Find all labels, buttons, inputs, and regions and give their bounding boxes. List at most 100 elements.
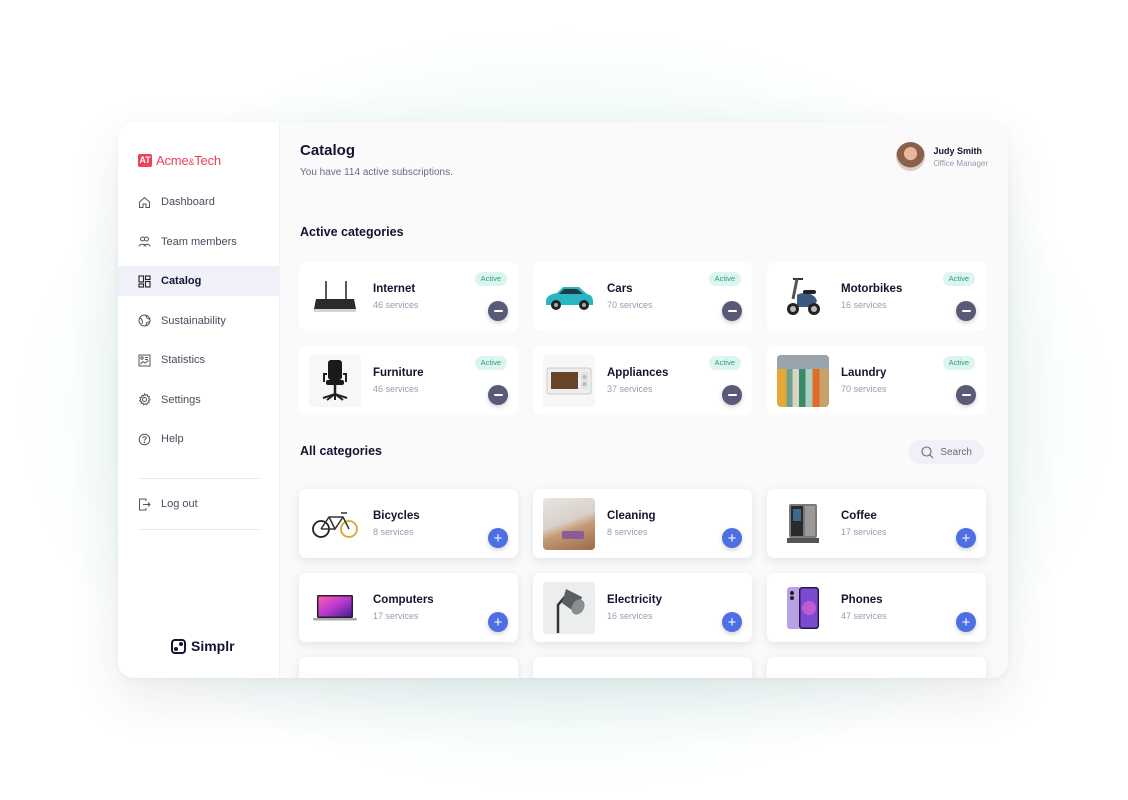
add-category-button[interactable]: + (488, 612, 508, 632)
rack-bar (777, 354, 829, 369)
sidebar-item-label: Dashboard (161, 196, 215, 208)
app-window: AT Acme&Tech Dashboard Team members Cata… (118, 122, 1008, 678)
all-categories-grid: Bicycles 8 services + Cleaning 8 service… (299, 489, 988, 678)
category-card: Electricity 16 services + (533, 573, 752, 642)
minus-icon (961, 310, 971, 312)
brand-name-part1: Acme (156, 153, 189, 168)
sidebar-item-catalog[interactable]: Catalog (118, 266, 280, 296)
category-name: Cars (607, 283, 633, 295)
active-category-card: Laundry 70 services Active (767, 346, 986, 415)
divider (138, 478, 260, 479)
active-badge: Active (708, 356, 741, 370)
laptop-image (309, 582, 361, 634)
active-category-card: Furniture 46 services Active (299, 346, 518, 415)
category-name: Appliances (607, 367, 669, 379)
remove-category-button[interactable] (956, 301, 976, 321)
minus-icon (493, 310, 503, 312)
sidebar-item-label: Statistics (161, 354, 206, 366)
sidebar-item-settings[interactable]: Settings (118, 385, 280, 415)
cleaning-spray-image (543, 497, 595, 550)
main-content: Catalog You have 114 active subscription… (280, 122, 1008, 678)
category-count: 37 services (607, 384, 653, 394)
avatar (896, 142, 926, 171)
all-categories-title: All categories (300, 444, 382, 458)
add-category-button[interactable]: + (722, 528, 742, 548)
category-name: Bicycles (373, 510, 420, 522)
plus-icon: + (493, 529, 503, 547)
office-chair-image (309, 354, 361, 407)
user-role: Office Manager (933, 158, 988, 168)
category-card-partial (299, 657, 518, 678)
sidebar-item-team-members[interactable]: Team members (118, 227, 280, 257)
category-card-partial (533, 657, 752, 678)
category-count: 70 services (607, 300, 653, 310)
desk-lamp-image (543, 581, 595, 634)
sidebar-item-sustainability[interactable]: Sustainability (118, 306, 280, 336)
search-label: Search (940, 446, 972, 458)
add-category-button[interactable]: + (956, 612, 976, 632)
microwave-image (543, 354, 595, 407)
sidebar-item-dashboard[interactable]: Dashboard (118, 187, 280, 217)
active-categories-grid: Internet 46 services Active Cars 70 serv… (299, 262, 988, 415)
category-name: Laundry (841, 367, 887, 379)
category-count: 8 services (373, 527, 414, 537)
sidebar-item-statistics[interactable]: Statistics (118, 345, 280, 375)
home-icon (138, 196, 151, 209)
sidebar-item-help[interactable]: Help (118, 424, 280, 454)
simplr-logo: Simplr (171, 638, 235, 654)
logout-button[interactable]: Log out (118, 489, 280, 519)
minus-icon (961, 394, 971, 396)
category-count: 70 services (841, 384, 887, 394)
brand-logo[interactable]: AT Acme&Tech (138, 153, 221, 168)
remove-category-button[interactable] (722, 385, 742, 405)
add-category-button[interactable]: + (956, 528, 976, 548)
logout-section: Log out (118, 478, 280, 530)
remove-category-button[interactable] (722, 301, 742, 321)
category-name: Motorbikes (841, 283, 903, 295)
page-title: Catalog (300, 142, 356, 159)
add-category-button[interactable]: + (488, 528, 508, 548)
user-profile[interactable]: Judy Smith Office Manager (896, 142, 988, 171)
search-button[interactable]: Search (909, 440, 984, 464)
plus-icon: + (727, 529, 737, 547)
add-category-button[interactable]: + (722, 612, 742, 632)
statistics-icon (138, 354, 151, 367)
scooter-image (777, 271, 829, 323)
active-category-card: Internet 46 services Active (299, 262, 518, 331)
active-badge: Active (474, 356, 507, 370)
category-count: 17 services (841, 527, 887, 537)
sidebar-item-label: Catalog (161, 275, 202, 287)
remove-category-button[interactable] (488, 301, 508, 321)
category-card: Cleaning 8 services + (533, 489, 752, 558)
brand-name-part2: Tech (194, 153, 221, 168)
active-badge: Active (474, 272, 507, 286)
divider (138, 529, 260, 530)
active-category-card: Motorbikes 16 services Active (767, 262, 986, 331)
active-badge: Active (942, 356, 975, 370)
active-badge: Active (708, 272, 741, 286)
remove-category-button[interactable] (488, 385, 508, 405)
category-count: 46 services (373, 300, 419, 310)
car-image (543, 271, 595, 323)
simplr-logo-icon (171, 638, 186, 654)
smartphone-image (777, 582, 829, 634)
category-name: Coffee (841, 510, 877, 522)
brand-name: Acme&Tech (156, 153, 221, 168)
active-category-card: Cars 70 services Active (533, 262, 752, 331)
category-card-partial (767, 657, 986, 678)
gear-icon (138, 393, 151, 406)
category-count: 8 services (607, 527, 648, 537)
catalog-grid-icon (138, 274, 151, 288)
minus-icon (493, 394, 503, 396)
help-icon (138, 433, 151, 446)
page-subtitle: You have 114 active subscriptions. (300, 167, 453, 178)
remove-category-button[interactable] (956, 385, 976, 405)
logout-icon (138, 498, 151, 511)
globe-icon (138, 314, 151, 327)
brand-mark-icon: AT (138, 154, 152, 167)
bicycle-image (309, 498, 361, 550)
search-icon (921, 445, 934, 458)
sidebar: AT Acme&Tech Dashboard Team members Cata… (118, 122, 280, 678)
category-card: Phones 47 services + (767, 573, 986, 642)
category-name: Internet (373, 283, 416, 295)
